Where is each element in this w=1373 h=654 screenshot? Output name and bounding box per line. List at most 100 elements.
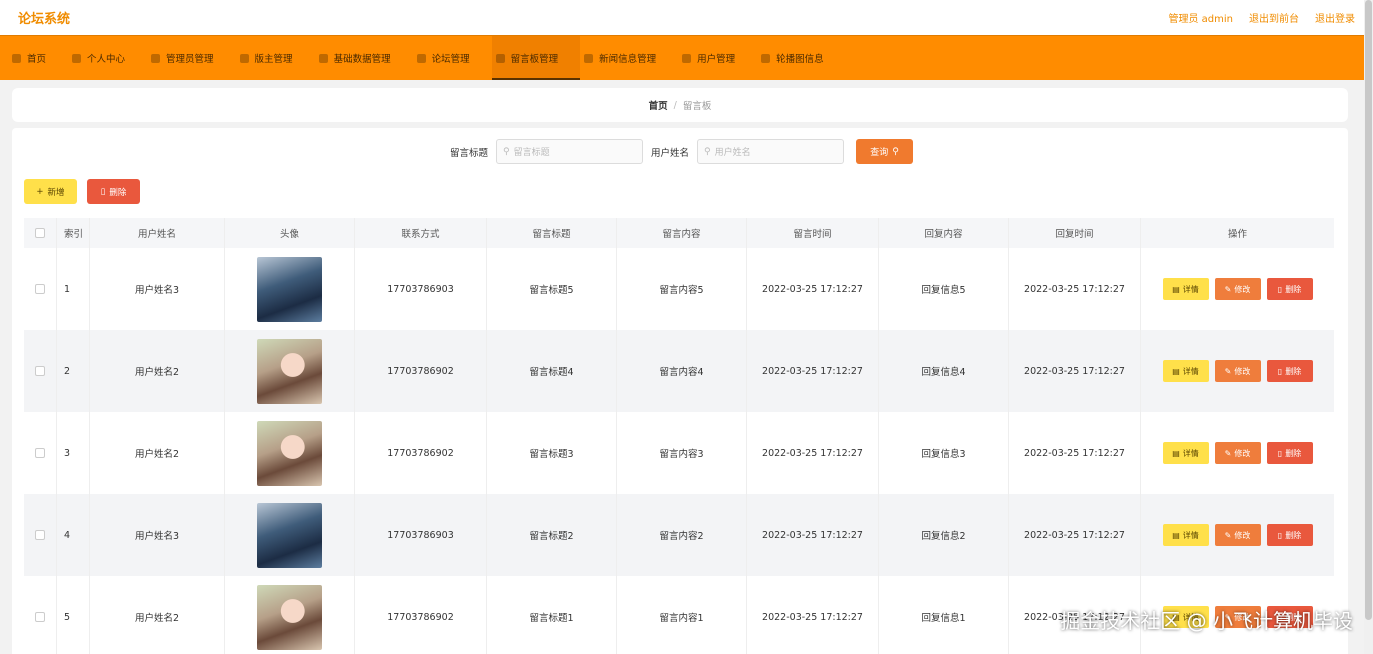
edit-label: 修改 — [1234, 530, 1251, 540]
delete-button[interactable]: ▯ 删除 — [1266, 524, 1313, 546]
row-select-cell — [24, 412, 57, 494]
nav-item-basedata[interactable]: 基础数据管理 — [315, 36, 413, 80]
nav-label: 基础数据管理 — [333, 54, 391, 65]
watermark: 掘金技术社区 @ 小飞计算机毕设 — [1060, 609, 1353, 633]
select-all-cell — [24, 218, 57, 248]
add-label: 新增 — [47, 187, 65, 198]
name-search-input[interactable]: ⚲ 用户姓名 — [697, 139, 845, 164]
detail-icon: ▤ — [1172, 366, 1180, 376]
title-search-label: 留言标题 — [450, 147, 489, 159]
delete-button[interactable]: ▯ 删除 — [1266, 278, 1313, 300]
cell-index: 3 — [57, 412, 90, 494]
detail-button[interactable]: ▤ 详情 — [1162, 442, 1209, 464]
row-checkbox[interactable] — [35, 530, 45, 540]
cell-title: 留言标题3 — [487, 412, 617, 494]
nav-item-home[interactable]: 首页 — [8, 36, 68, 80]
cell-reply-time: 2022-03-25 17:12:27 — [1009, 412, 1141, 494]
front-link[interactable]: 退出到前台 — [1249, 10, 1299, 25]
cell-reply: 回复信息3 — [879, 412, 1009, 494]
detail-button[interactable]: ▤ 详情 — [1162, 360, 1209, 382]
edit-label: 修改 — [1234, 366, 1251, 376]
edit-button[interactable]: ✎ 修改 — [1214, 360, 1261, 382]
row-select-cell — [24, 248, 57, 330]
detail-button[interactable]: ▤ 详情 — [1162, 524, 1209, 546]
cell-avatar — [225, 330, 355, 412]
trash-icon: ▯ — [1277, 530, 1283, 540]
cell-index: 4 — [57, 494, 90, 576]
cell-reply: 回复信息1 — [879, 576, 1009, 654]
batch-delete-button[interactable]: ▯ 删除 — [87, 179, 140, 204]
cell-reply-time: 2022-03-25 17:12:27 — [1009, 494, 1141, 576]
logout-link[interactable]: 退出登录 — [1315, 10, 1355, 25]
cell-title: 留言标题4 — [487, 330, 617, 412]
database-icon — [318, 53, 328, 63]
row-checkbox[interactable] — [35, 284, 45, 294]
header-avatar: 头像 — [225, 218, 355, 248]
edit-label: 修改 — [1234, 284, 1251, 294]
cell-reply: 回复信息2 — [879, 494, 1009, 576]
delete-button[interactable]: ▯ 删除 — [1266, 442, 1313, 464]
row-checkbox[interactable] — [35, 612, 45, 622]
cell-title: 留言标题1 — [487, 576, 617, 654]
nav-item-messages[interactable]: 留言板管理 — [491, 36, 581, 80]
nav-label: 轮播图信息 — [776, 54, 824, 65]
table-row: 2 用户姓名2 17703786902 留言标题4 留言内容4 2022-03-25 17… — [24, 330, 1334, 412]
header-phone: 联系方式 — [355, 218, 487, 248]
nav-item-profile[interactable]: 个人中心 — [68, 36, 147, 80]
select-all-checkbox[interactable] — [35, 228, 45, 238]
delete-button[interactable]: ▯ 删除 — [1266, 360, 1313, 382]
header-time: 留言时间 — [747, 218, 879, 248]
nav-item-moderators[interactable]: 版主管理 — [236, 36, 315, 80]
query-button[interactable]: 查询 ⚲ — [856, 139, 914, 164]
cell-time: 2022-03-25 17:12:27 — [747, 330, 879, 412]
cell-name: 用户姓名2 — [90, 330, 225, 412]
detail-button[interactable]: ▤ 详情 — [1162, 278, 1209, 300]
cell-content: 留言内容4 — [617, 330, 747, 412]
header-reply: 回复内容 — [879, 218, 1009, 248]
nav-label: 用户管理 — [697, 54, 736, 65]
forum-icon — [416, 53, 426, 63]
message-table: 索引 用户姓名 头像 联系方式 留言标题 留言内容 留言时间 回复内容 回复时间… — [24, 218, 1334, 654]
row-checkbox[interactable] — [35, 366, 45, 376]
cell-name: 用户姓名2 — [90, 412, 225, 494]
cell-op: ▤ 详情 ✎ 修改 ▯ 删除 — [1141, 248, 1334, 330]
avatar — [257, 420, 322, 486]
table-row: 1 用户姓名3 17703786903 留言标题5 留言内容5 2022-03-25 17… — [24, 248, 1334, 330]
cell-op: ▤ 详情 ✎ 修改 ▯ 删除 — [1141, 494, 1334, 576]
plus-icon: + — [36, 186, 44, 197]
add-button[interactable]: + 新增 — [24, 179, 77, 204]
detail-icon: ▤ — [1172, 530, 1180, 540]
table-row: 3 用户姓名2 17703786902 留言标题3 留言内容3 2022-03-25 17… — [24, 412, 1334, 494]
breadcrumb-home[interactable]: 首页 — [649, 98, 668, 112]
cell-content: 留言内容3 — [617, 412, 747, 494]
cell-avatar — [225, 576, 355, 654]
nav-item-forum[interactable]: 论坛管理 — [413, 36, 492, 80]
page-scrollbar[interactable] — [1364, 0, 1373, 654]
table-body: 1 用户姓名3 17703786903 留言标题5 留言内容5 2022-03-25 17… — [24, 248, 1334, 654]
admin-link[interactable]: 管理员 admin — [1168, 10, 1233, 25]
breadcrumb: 首页 / 留言板 — [12, 88, 1348, 122]
edit-icon: ✎ — [1224, 448, 1232, 458]
search-icon: ⚲ — [892, 146, 899, 157]
detail-label: 详情 — [1182, 530, 1199, 540]
cell-content: 留言内容2 — [617, 494, 747, 576]
cell-content: 留言内容5 — [617, 248, 747, 330]
row-checkbox[interactable] — [35, 448, 45, 458]
top-bar: 论坛系统 管理员 admin 退出到前台 退出登录 — [0, 0, 1373, 35]
title-search-input[interactable]: ⚲ 留言标题 — [496, 139, 644, 164]
nav-label: 新闻信息管理 — [599, 54, 657, 65]
search-icon: ⚲ — [503, 146, 510, 157]
delete-label: 删除 — [1285, 448, 1302, 458]
edit-button[interactable]: ✎ 修改 — [1214, 524, 1261, 546]
edit-button[interactable]: ✎ 修改 — [1214, 442, 1261, 464]
delete-label: 删除 — [1285, 284, 1302, 294]
edit-button[interactable]: ✎ 修改 — [1214, 278, 1261, 300]
nav-item-news[interactable]: 新闻信息管理 — [580, 36, 678, 80]
nav-item-carousel[interactable]: 轮播图信息 — [757, 36, 846, 80]
cell-title: 留言标题2 — [487, 494, 617, 576]
nav-item-users[interactable]: 用户管理 — [678, 36, 757, 80]
nav-item-admins[interactable]: 管理员管理 — [147, 36, 236, 80]
scrollbar-thumb[interactable] — [1365, 0, 1372, 620]
cell-avatar — [225, 494, 355, 576]
table-header: 索引 用户姓名 头像 联系方式 留言标题 留言内容 留言时间 回复内容 回复时间… — [24, 218, 1334, 248]
